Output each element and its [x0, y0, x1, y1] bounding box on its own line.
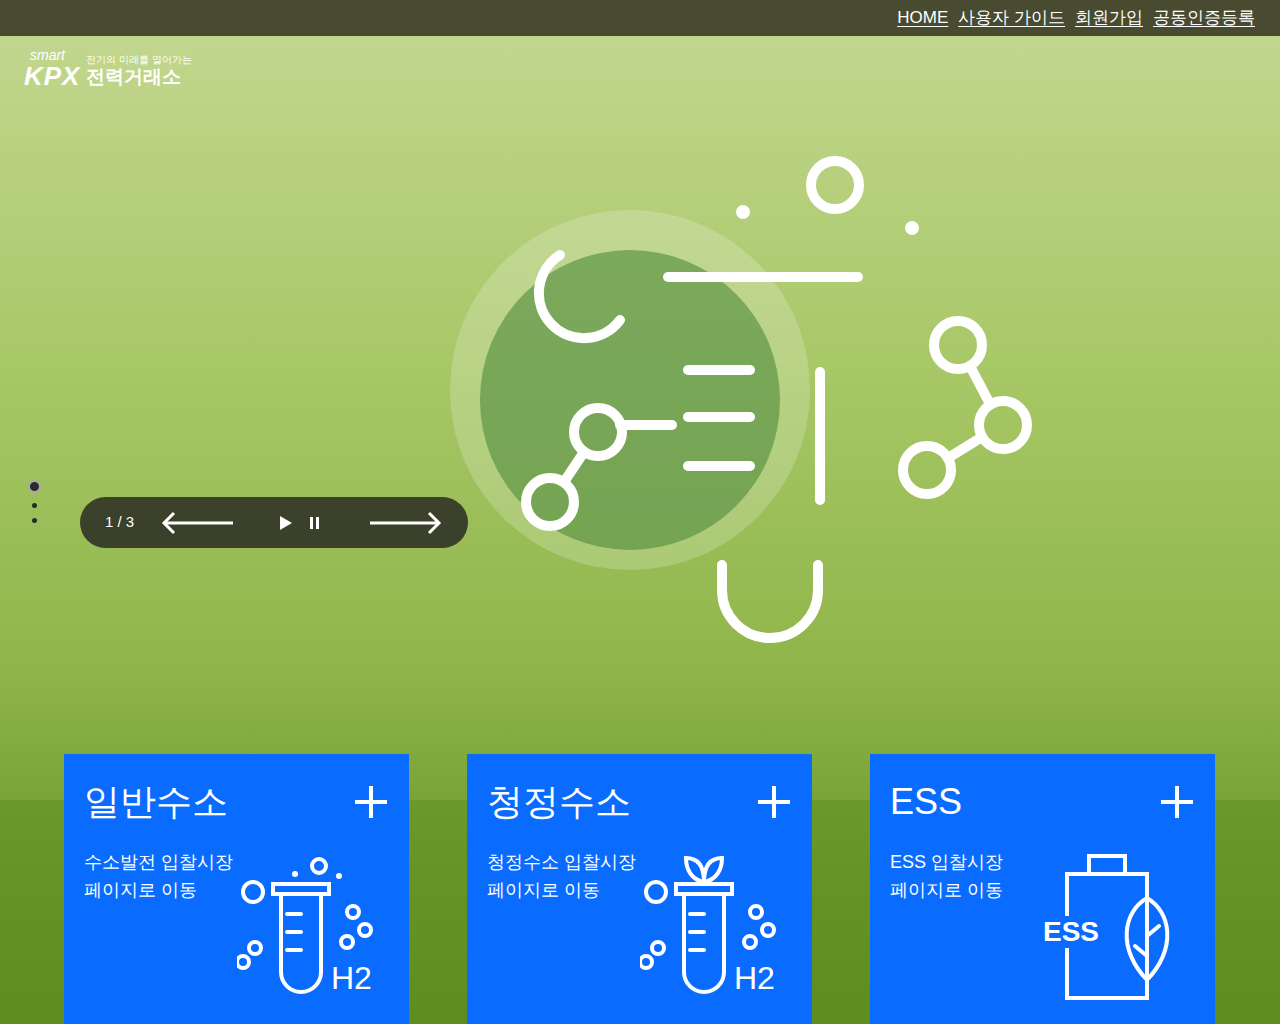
top-bar: HOME 사용자 가이드 회원가입 공동인증등록 — [0, 0, 1280, 36]
card-header: 일반수소 — [84, 778, 389, 826]
plus-icon — [353, 784, 389, 820]
top-nav-link[interactable]: 사용자 가이드 — [958, 5, 1065, 31]
market-card[interactable]: 일반수소수소발전 입찰시장페이지로 이동 H2 — [64, 754, 409, 1024]
slide-dot[interactable] — [32, 503, 37, 508]
card-header: ESS — [890, 778, 1195, 826]
card-description-line: 청정수소 입찰시장 — [487, 848, 792, 876]
card-description-line: ESS 입찰시장 — [890, 848, 1195, 876]
slide-counter: 1 / 3 — [105, 511, 161, 534]
arrow-right-icon — [368, 511, 442, 535]
banner-photo: HOME사용자 가이드회원가입공동인증등록smartKPX전기의 미래를 열어가… — [0, 0, 1280, 1024]
plus-icon — [756, 784, 792, 820]
card-description-line: 수소발전 입찰시장 — [84, 848, 389, 876]
slider-controls: 1 / 3 — [80, 497, 468, 548]
slide-dots — [26, 480, 42, 523]
card-illustration: H2 — [237, 852, 387, 1002]
pause-button[interactable] — [309, 516, 321, 530]
card-illustration: H2 — [640, 852, 790, 1002]
arrow-left-icon — [161, 511, 235, 535]
top-nav-link[interactable]: 공동인증등록 — [1153, 5, 1255, 31]
icon-label: ESS — [1041, 916, 1101, 948]
globe-shape — [480, 250, 780, 550]
next-button[interactable] — [368, 511, 442, 535]
top-nav-link[interactable]: 회원가입 — [1075, 5, 1143, 31]
logo-brand: smart — [24, 48, 80, 62]
logo-mark: KPX — [24, 62, 80, 90]
prev-button[interactable] — [161, 511, 235, 535]
slide-dot[interactable] — [32, 518, 37, 523]
card-description-line: 페이지로 이동 — [487, 876, 792, 904]
card-title: 일반수소 — [84, 778, 228, 826]
top-nav-link[interactable]: HOME — [897, 5, 948, 31]
pause-icon — [309, 516, 321, 530]
plus-icon — [1159, 784, 1195, 820]
card-title: ESS — [890, 778, 962, 826]
market-card[interactable]: ESS ESS 입찰시장페이지로 이동 ESS — [870, 754, 1215, 1024]
card-header: 청정수소 — [487, 778, 792, 826]
icon-label: H2 — [734, 960, 775, 996]
icon-label: H2 — [331, 960, 372, 996]
card-illustration: ESS — [1043, 852, 1193, 1002]
logo-name: 전력거래소 — [86, 66, 192, 88]
market-cards: 일반수소수소발전 입찰시장페이지로 이동H2청정수소청정수소 입찰시장페이지로 … — [64, 754, 1215, 1024]
card-description: 수소발전 입찰시장페이지로 이동 — [84, 848, 389, 904]
play-icon — [279, 515, 293, 531]
card-description: ESS 입찰시장페이지로 이동 — [890, 848, 1195, 904]
logo-name-block: 전기의 미래를 열어가는전력거래소 — [86, 54, 192, 90]
card-description-line: 페이지로 이동 — [84, 876, 389, 904]
card-title: 청정수소 — [487, 778, 631, 826]
logo-tagline: 전기의 미래를 열어가는 — [86, 54, 192, 66]
kpx-logo[interactable]: smartKPX전기의 미래를 열어가는전력거래소 — [24, 48, 192, 90]
card-description: 청정수소 입찰시장페이지로 이동 — [487, 848, 792, 904]
play-button[interactable] — [279, 515, 293, 531]
logo-mark-block: smartKPX — [24, 48, 80, 90]
market-card[interactable]: 청정수소청정수소 입찰시장페이지로 이동 H2 — [467, 754, 812, 1024]
slide-dot[interactable] — [28, 480, 41, 493]
